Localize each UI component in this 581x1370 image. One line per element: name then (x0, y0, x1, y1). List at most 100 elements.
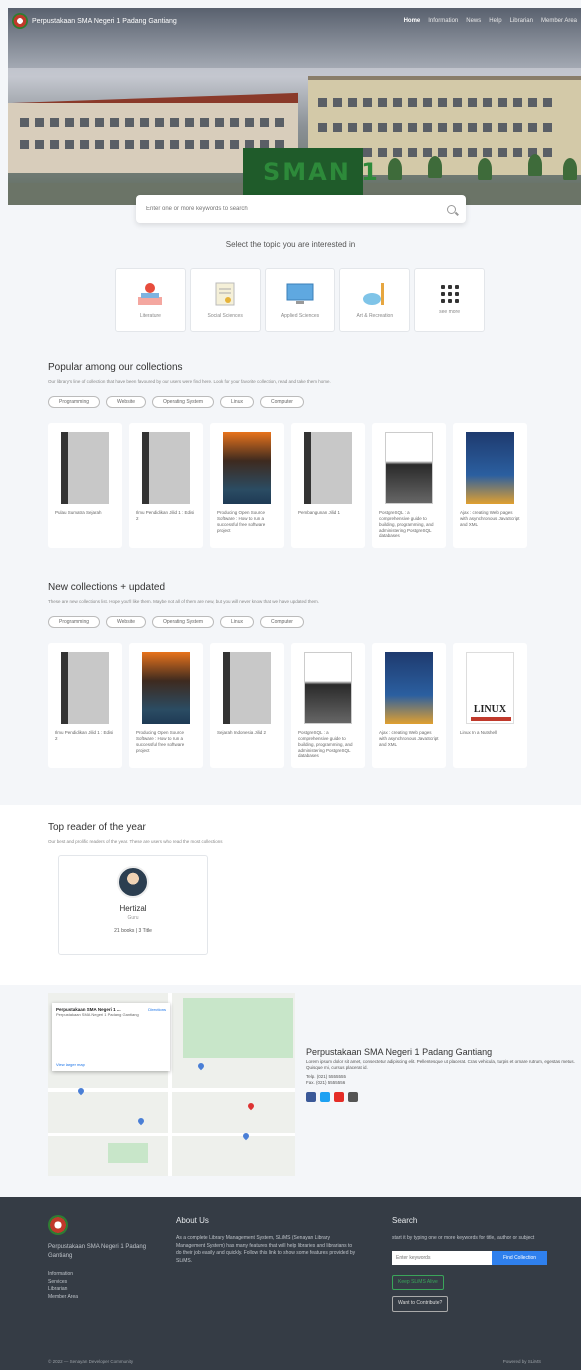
footer-search-form: Find Collection (392, 1250, 562, 1265)
tag-computer[interactable]: Computer (259, 616, 304, 628)
search-icon[interactable] (447, 204, 456, 214)
powered-by[interactable]: Powered by SLiMS (503, 1359, 541, 1364)
tag-website[interactable]: Website (106, 616, 146, 628)
book-cover (223, 652, 271, 724)
contact-fax: Fax. (021) 5555556 (306, 1079, 346, 1085)
book-cover (304, 432, 352, 504)
nav-links: Home Information News Help Librarian Mem… (404, 18, 577, 24)
book-card[interactable]: Pembangunan Jilid 1 (291, 423, 365, 548)
book-title: Producing Open Source Software : How to … (217, 510, 266, 533)
nav-link-home[interactable]: Home (404, 18, 421, 24)
tag-programming[interactable]: Programming (48, 396, 101, 408)
map-pin-icon[interactable] (196, 1061, 206, 1071)
popular-tags: Programming Website Operating System Lin… (48, 396, 304, 408)
twitter-icon[interactable] (320, 1092, 330, 1103)
reader-stats: 21 books | 3 Title (114, 928, 152, 934)
book-title: PostgreSQL : a comprehensive guide to bu… (298, 730, 353, 759)
hero-sign: SMAN 1 (263, 158, 380, 186)
tag-linux[interactable]: Linux (220, 396, 254, 408)
popular-heading: Popular among our collections (48, 362, 183, 373)
map-popup-text: Perpustakaan SMA Negeri 1 Padang Gantian… (56, 1012, 139, 1017)
book-card[interactable]: Ajax : creating Web pages with asynchron… (453, 423, 527, 548)
location-map[interactable]: Perpustakaan SMA Negeri 1 ... Perpustaka… (48, 993, 295, 1176)
nav-link-news[interactable]: News (466, 18, 481, 24)
nav-link-information[interactable]: Information (428, 18, 458, 24)
top-reader-subtitle: Our best and prolific readers of the yea… (48, 839, 223, 844)
grid-icon (440, 285, 459, 303)
tag-linux[interactable]: Linux (220, 616, 254, 628)
book-cover (142, 432, 190, 504)
contact-description: Lorem ipsum dolor sit amet, consectetur … (306, 1059, 575, 1071)
footer-search-input[interactable] (392, 1250, 492, 1265)
tag-computer[interactable]: Computer (259, 396, 304, 408)
footer-link-information[interactable]: Information (48, 1271, 168, 1279)
book-card[interactable]: Sejarah Indonesia Jilid 2 (210, 643, 284, 768)
book-card[interactable]: PostgreSQL : a comprehensive guide to bu… (372, 423, 446, 548)
contribute-button[interactable]: Want to Contribute? (392, 1296, 449, 1312)
facebook-icon[interactable] (306, 1092, 316, 1103)
book-title: Pembangunan Jilid 1 (298, 510, 341, 515)
navbar-brand[interactable]: Perpustakaan SMA Negeri 1 Padang Gantian… (32, 18, 177, 25)
tag-programming[interactable]: Programming (48, 616, 101, 628)
literature-icon (138, 283, 163, 305)
footer-brand: Perpustakaan SMA Negeri 1 Padang Gantian… (48, 1244, 147, 1259)
donate-button[interactable]: Keep SLiMS Alive (392, 1274, 444, 1290)
book-cover (304, 652, 352, 724)
topic-applied-sciences[interactable]: Applied Sciences (264, 268, 336, 332)
footer-search-title: Search (392, 1216, 418, 1225)
book-card[interactable]: Pulau Sumatra Sejarah (48, 423, 122, 548)
book-cover: LINUX (466, 652, 514, 724)
find-collection-button[interactable]: Find Collection (492, 1250, 547, 1265)
topic-social-sciences[interactable]: Social Sciences (189, 268, 261, 332)
book-title: Ajax : creating Web pages with asynchron… (460, 510, 520, 527)
hero-banner: SMAN 1 Perpustakaan SMA Negeri 1 Padang … (8, 8, 581, 205)
footer-link-librarian[interactable]: Librarian (48, 1286, 168, 1294)
map-larger-link[interactable]: View larger map (56, 1062, 85, 1067)
new-tags: Programming Website Operating System Lin… (48, 616, 304, 628)
nav-link-member-area[interactable]: Member Area (541, 18, 577, 24)
book-cover (142, 652, 190, 724)
contact-info: Perpustakaan SMA Negeri 1 Padang Gantian… (306, 1047, 576, 1103)
tag-operating-system[interactable]: Operating System (152, 396, 215, 408)
new-collections-heading: New collections + updated (48, 582, 166, 593)
reader-card[interactable]: Hertizal Guru 21 books | 3 Title (58, 855, 208, 955)
instagram-icon[interactable] (348, 1092, 358, 1103)
book-title: PostgreSQL : a comprehensive guide to bu… (379, 510, 434, 539)
topic-label: Literature (139, 313, 161, 319)
map-directions-link[interactable]: Directions (148, 1007, 166, 1012)
footer-about-text: As a complete Library Management System,… (176, 1235, 356, 1264)
book-card[interactable]: Ajax : creating Web pages with asynchron… (372, 643, 446, 768)
topic-art-recreation[interactable]: Art & Recreation (339, 268, 411, 332)
topic-literature[interactable]: Literature (115, 268, 186, 332)
book-card[interactable]: Producing Open Source Software : How to … (210, 423, 284, 548)
copyright: © 2022 — Senayan Developer Community (48, 1359, 134, 1364)
topic-label: Art & Recreation (356, 313, 394, 319)
certificate-icon (215, 282, 235, 306)
book-card[interactable]: LINUX Linux In a Nutshell (453, 643, 527, 768)
footer-link-member-area[interactable]: Member Area (48, 1294, 168, 1302)
youtube-icon[interactable] (334, 1092, 344, 1103)
book-card[interactable]: PostgreSQL : a comprehensive guide to bu… (291, 643, 365, 768)
map-pin-icon[interactable] (246, 1101, 256, 1111)
tag-operating-system[interactable]: Operating System (152, 616, 215, 628)
main-search-bar (136, 195, 466, 223)
book-card[interactable]: Ilmu Pendidikan Jilid 1 : Edisi 2 (48, 643, 122, 768)
footer-search-text: start it by typing one or more keywords … (392, 1235, 535, 1241)
book-cover (385, 432, 433, 504)
footer-link-services[interactable]: Services (48, 1279, 168, 1287)
book-title: Ajax : creating Web pages with asynchron… (379, 730, 439, 747)
footer-logo-icon (48, 1215, 68, 1235)
nav-link-help[interactable]: Help (489, 18, 501, 24)
nav-link-librarian[interactable]: Librarian (510, 18, 533, 24)
book-card[interactable]: Producing Open Source Software : How to … (129, 643, 203, 768)
book-title: Ilmu Pendidikan Jilid 1 : Edisi 2 (55, 730, 114, 741)
book-cover (61, 652, 109, 724)
art-icon (362, 283, 384, 305)
school-logo-icon[interactable] (12, 13, 28, 29)
topic-see-more[interactable]: see more (414, 268, 485, 332)
book-card[interactable]: Ilmu Pendidikan Jilid 1 : Edisi 2 (129, 423, 203, 548)
book-cover (223, 432, 271, 504)
tag-website[interactable]: Website (106, 396, 146, 408)
search-input[interactable] (146, 206, 447, 212)
map-pin-icon[interactable] (136, 1116, 146, 1126)
